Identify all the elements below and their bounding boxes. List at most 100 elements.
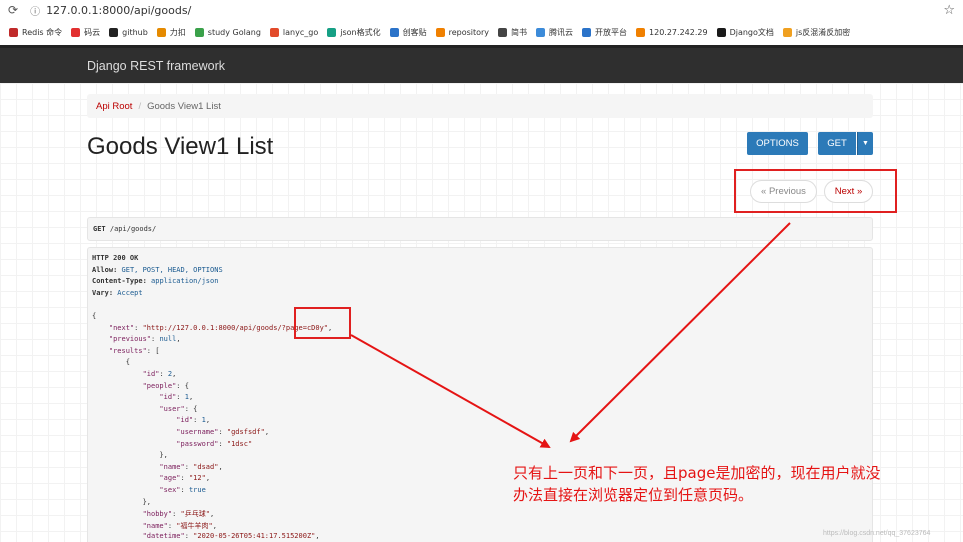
bookmark-item[interactable]: 120.27.242.29 — [636, 27, 708, 37]
response-line: { — [92, 312, 96, 320]
response-line: }, — [92, 498, 151, 506]
response-token: "福牛羊肉" — [176, 521, 213, 530]
response-token: HTTP 200 OK — [92, 254, 139, 262]
response-token: , — [209, 510, 215, 519]
address-bar[interactable]: ⟳ ⓘ 127.0.0.1:8000/api/goods/ ☆ — [0, 0, 963, 20]
bookmark-icon — [327, 27, 337, 37]
response-token: "id" — [92, 370, 160, 378]
navbar-brand[interactable]: Django REST framework — [87, 59, 225, 73]
get-dropdown-caret-icon[interactable]: ▼ — [857, 132, 873, 155]
url-text[interactable]: 127.0.0.1:8000/api/goods/ — [46, 4, 191, 17]
bookmark-star-icon[interactable]: ☆ — [943, 3, 955, 18]
page-title: Goods View1 List — [87, 133, 274, 160]
bookmark-item[interactable]: 开放平台 — [582, 27, 627, 38]
bookmark-label: lanyc_go — [282, 27, 319, 37]
bookmark-item[interactable]: Django文档 — [716, 27, 774, 38]
bookmark-item[interactable]: repository — [435, 27, 490, 37]
response-line: "id": 1, — [92, 393, 193, 401]
response-token: "user" — [92, 404, 185, 413]
response-token: , — [172, 370, 177, 378]
bookmarks-bar: Redis 命令 码云 github 力扣 study Golang lanyc_go js… — [0, 22, 963, 42]
request-method: GET — [93, 225, 106, 233]
response-token: : — [180, 474, 189, 483]
bookmark-item[interactable]: lanyc_go — [269, 27, 319, 37]
response-token: : [ — [146, 346, 160, 355]
breadcrumb-root-link[interactable]: Api Root — [96, 101, 132, 112]
response-token: }, — [92, 451, 168, 460]
request-info: GET /api/goods/ — [87, 217, 873, 241]
response-token: { — [92, 312, 97, 320]
bookmark-item[interactable]: study Golang — [194, 27, 261, 37]
page-param-highlight-box — [294, 307, 351, 339]
options-button[interactable]: OPTIONS — [747, 132, 808, 155]
response-token: "name" — [92, 521, 168, 530]
bookmark-icon — [782, 27, 792, 37]
bookmark-item[interactable]: 力扣 — [156, 27, 186, 38]
bookmark-item[interactable]: 腾讯云 — [536, 27, 573, 38]
response-token: , — [176, 335, 181, 344]
info-icon[interactable]: ⓘ — [30, 3, 40, 18]
bookmark-item[interactable]: json格式化 — [327, 27, 381, 38]
response-line: "password": "1dsc" — [92, 440, 252, 448]
bookmark-icon — [269, 27, 279, 37]
reload-icon[interactable]: ⟳ — [8, 3, 18, 17]
bookmark-icon — [498, 27, 508, 37]
response-token: "hobby" — [92, 510, 173, 519]
response-line: "username": "gdsfsdf", — [92, 428, 269, 436]
bookmark-label: 码云 — [84, 27, 101, 37]
response-token: "age" — [92, 474, 181, 483]
response-token: : — [218, 439, 227, 448]
response-token: "people" — [92, 381, 177, 390]
bookmark-item[interactable]: Redis 命令 — [9, 27, 62, 38]
response-token: Accept — [117, 288, 143, 297]
response-token: "2020-05-26T05:41:17.515200Z" — [193, 532, 316, 541]
annotation-text: 只有上一页和下一页，且page是加密的，现在用户就没 办法直接在浏览器定位到任意… — [513, 462, 963, 506]
pager-highlight-box — [734, 169, 897, 213]
response-line: "previous": null, — [92, 335, 181, 343]
response-line: Vary: Accept — [92, 289, 143, 297]
response-line: "name": "dsad", — [92, 462, 222, 471]
response-token: , — [212, 521, 217, 530]
bookmark-item[interactable]: 码云 — [71, 27, 100, 38]
bookmark-label: Redis 命令 — [22, 27, 63, 37]
response-token: : — [184, 462, 194, 471]
response-token: "乒乓球" — [180, 510, 210, 519]
response-line: Allow: GET, POST, HEAD, OPTIONS — [92, 266, 223, 274]
bookmark-item[interactable]: 简书 — [498, 27, 527, 38]
response-token: : — [184, 532, 194, 541]
bookmark-icon — [716, 27, 726, 37]
get-button[interactable]: GET — [818, 132, 856, 155]
response-token: "sex" — [92, 486, 181, 494]
response-line: "sex": true — [92, 486, 206, 494]
annotation-line-2: 办法直接在浏览器定位到任意页码。 — [513, 486, 754, 504]
response-token: Vary: — [92, 288, 118, 297]
bookmark-item[interactable]: github — [109, 27, 148, 37]
response-token: "id" — [92, 393, 177, 402]
response-line: "user": { — [92, 405, 197, 413]
browser-chrome: ⟳ ⓘ 127.0.0.1:8000/api/goods/ ☆ Redis 命令… — [0, 0, 963, 45]
bookmark-label: 力扣 — [169, 27, 186, 37]
response-token: "password" — [92, 439, 219, 448]
bookmark-label: 简书 — [511, 27, 528, 37]
response-token: Content-Type: — [92, 277, 152, 286]
response-token: true — [188, 486, 206, 494]
response-token: "12" — [188, 474, 206, 483]
bookmark-label: js反混淆反加密 — [795, 27, 851, 37]
response-token: { — [92, 358, 130, 367]
bookmark-item[interactable]: js反混淆反加密 — [782, 27, 851, 38]
response-line: { — [92, 358, 130, 366]
response-token: "previous" — [92, 335, 152, 344]
response-line: "id": 2, — [92, 370, 177, 378]
response-token: : — [176, 393, 185, 402]
annotation-line-1: 只有上一页和下一页，且page是加密的，现在用户就没 — [513, 464, 881, 482]
bookmark-icon — [636, 27, 646, 37]
response-line: HTTP 200 OK — [92, 254, 138, 262]
bookmark-icon — [582, 27, 592, 37]
bookmark-icon — [109, 27, 119, 37]
bookmark-label: 创客贴 — [402, 27, 427, 37]
bookmark-label: repository — [448, 27, 490, 37]
response-token: : — [218, 428, 227, 436]
bookmark-label: json格式化 — [340, 27, 381, 37]
bookmark-item[interactable]: 创客贴 — [389, 27, 427, 38]
response-token: : { — [184, 404, 198, 413]
